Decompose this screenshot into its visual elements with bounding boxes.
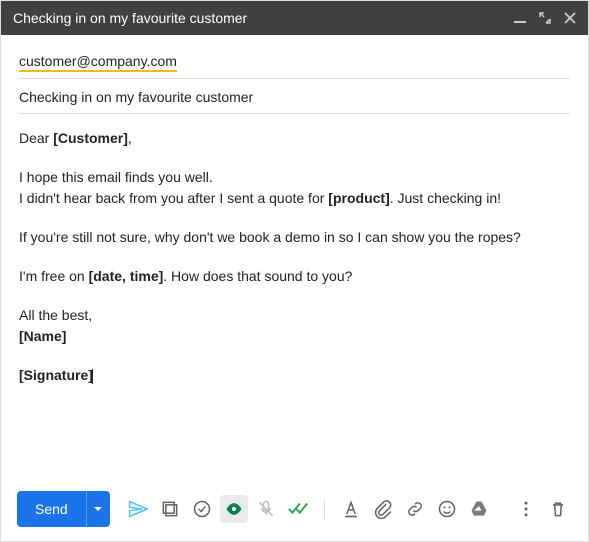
attach-icon[interactable] [369, 495, 397, 523]
minimize-icon[interactable] [514, 12, 526, 24]
tracking-icon[interactable] [220, 495, 248, 523]
text-cursor [92, 369, 93, 384]
emoji-icon[interactable] [433, 495, 461, 523]
body-line1: I hope this email finds you well. [19, 167, 570, 188]
closing: All the best, [19, 305, 570, 326]
format-text-icon[interactable] [337, 495, 365, 523]
send-button[interactable]: Send [17, 491, 86, 527]
drive-icon[interactable] [465, 495, 493, 523]
reminder-icon[interactable] [188, 495, 216, 523]
more-options-icon[interactable] [512, 495, 540, 523]
body-line3: If you're still not sure, why don't we b… [19, 227, 570, 248]
compose-content[interactable]: customer@company.com Checking in on my f… [1, 35, 588, 481]
send-options-dropdown[interactable] [86, 491, 110, 527]
line2-suffix: . Just checking in! [390, 190, 501, 206]
name-placeholder: [Name] [19, 328, 66, 344]
compose-header: Checking in on my favourite customer [1, 1, 588, 35]
send-later-icon[interactable] [124, 495, 152, 523]
email-body[interactable]: Dear [Customer], I hope this email finds… [19, 114, 570, 400]
toolbar-divider [324, 499, 325, 519]
greeting-prefix: Dear [19, 130, 53, 146]
line4-placeholder: [date, time] [89, 268, 164, 284]
greeting-placeholder: [Customer] [53, 130, 128, 146]
line2-placeholder: [product] [328, 190, 389, 206]
to-field[interactable]: customer@company.com [19, 43, 570, 79]
header-controls [514, 12, 576, 24]
discard-icon[interactable] [544, 495, 572, 523]
signature-placeholder: [Signature] [19, 367, 93, 383]
subject-field[interactable]: Checking in on my favourite customer [19, 79, 570, 114]
close-icon[interactable] [564, 12, 576, 24]
line2-prefix: I didn't hear back from you after I sent… [19, 190, 328, 206]
compose-title: Checking in on my favourite customer [13, 10, 247, 26]
line4-prefix: I'm free on [19, 268, 89, 284]
compose-toolbar: Send [1, 481, 588, 541]
expand-icon[interactable] [539, 12, 551, 24]
mute-icon[interactable] [252, 495, 280, 523]
templates-icon[interactable] [156, 495, 184, 523]
double-check-icon[interactable] [284, 495, 312, 523]
line4-suffix: . How does that sound to you? [163, 268, 352, 284]
link-icon[interactable] [401, 495, 429, 523]
send-wrapper: Send [17, 491, 110, 527]
recipient-chip[interactable]: customer@company.com [19, 53, 177, 72]
greeting-suffix: , [128, 130, 132, 146]
